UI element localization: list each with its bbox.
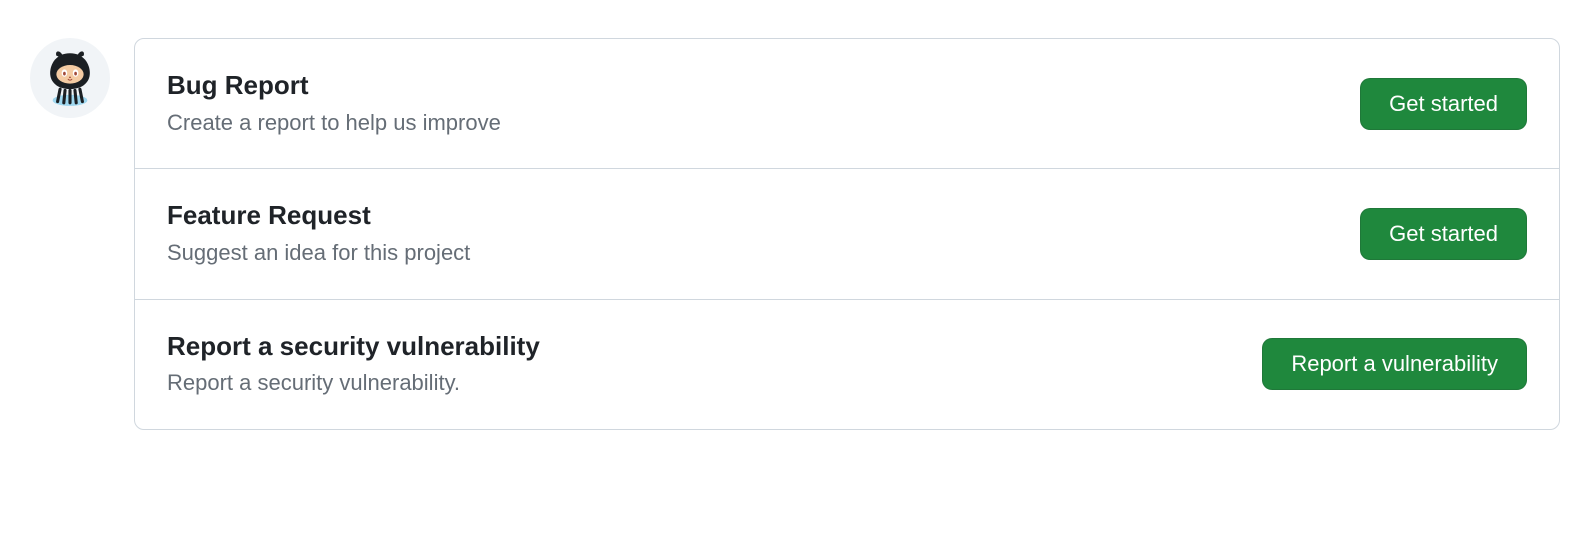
template-row-bug-report: Bug Report Create a report to help us im… (135, 39, 1559, 169)
report-vulnerability-button[interactable]: Report a vulnerability (1262, 338, 1527, 390)
get-started-button[interactable]: Get started (1360, 78, 1527, 130)
issue-template-chooser: Bug Report Create a report to help us im… (30, 38, 1560, 430)
get-started-button[interactable]: Get started (1360, 208, 1527, 260)
template-description: Report a security vulnerability. (167, 368, 540, 399)
template-text: Bug Report Create a report to help us im… (167, 69, 501, 138)
template-text: Report a security vulnerability Report a… (167, 330, 540, 399)
template-title: Feature Request (167, 199, 470, 232)
avatar (30, 38, 110, 118)
templates-list: Bug Report Create a report to help us im… (134, 38, 1560, 430)
template-row-security-vulnerability: Report a security vulnerability Report a… (135, 300, 1559, 429)
template-title: Bug Report (167, 69, 501, 102)
template-title: Report a security vulnerability (167, 330, 540, 363)
template-text: Feature Request Suggest an idea for this… (167, 199, 470, 268)
template-row-feature-request: Feature Request Suggest an idea for this… (135, 169, 1559, 299)
template-description: Suggest an idea for this project (167, 238, 470, 269)
template-description: Create a report to help us improve (167, 108, 501, 139)
octocat-icon (39, 47, 101, 109)
